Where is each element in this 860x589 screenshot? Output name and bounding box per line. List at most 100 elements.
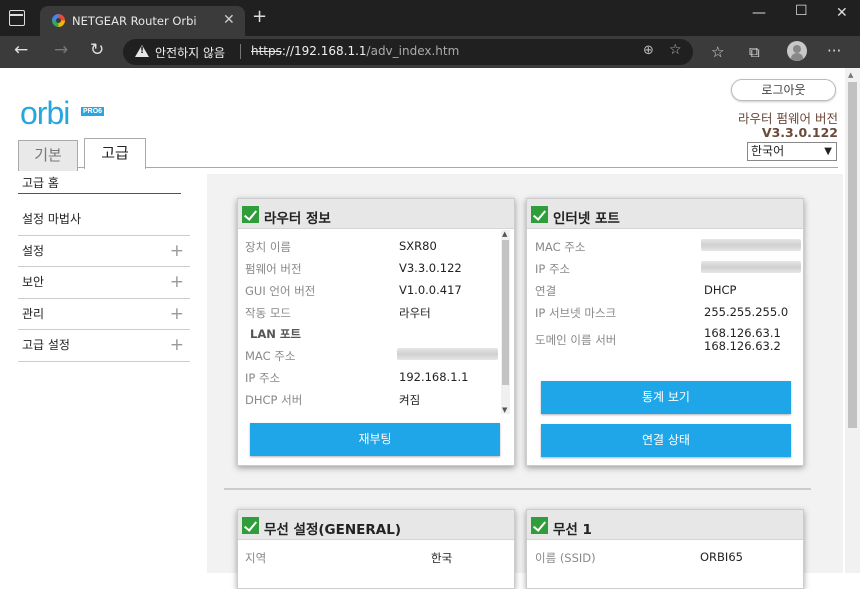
zoom-icon[interactable]: ⊕ bbox=[643, 43, 654, 58]
info-value: 켜짐 bbox=[399, 393, 421, 407]
check-icon bbox=[531, 517, 548, 534]
redacted-mac bbox=[397, 348, 498, 360]
info-value: 192.168.1.1 bbox=[399, 370, 469, 384]
info-value: DHCP bbox=[704, 283, 737, 297]
page-scrollbar[interactable]: ▲ bbox=[845, 68, 860, 573]
expand-icon[interactable]: + bbox=[170, 267, 184, 297]
sidebar-item-advanced-home[interactable]: 고급 홈 bbox=[18, 174, 181, 194]
sidebar-item-setup-wizard[interactable]: 설정 마법사 bbox=[18, 204, 190, 236]
tab-title: NETGEAR Router Orbi bbox=[72, 14, 197, 28]
url-path: /adv_index.htm bbox=[366, 44, 460, 58]
logout-button[interactable]: 로그아웃 bbox=[731, 79, 836, 101]
favorites-icon[interactable]: ☆ bbox=[711, 43, 724, 61]
info-label: 작동 모드 bbox=[245, 306, 291, 320]
info-label: 연결 bbox=[535, 284, 557, 298]
address-bar-row: ← → ↻ 안전하지 않음 https://192.168.1.1/adv_in… bbox=[0, 36, 860, 68]
scroll-thumb[interactable] bbox=[502, 240, 509, 385]
panel-title: 무선 1 bbox=[553, 522, 592, 538]
info-value: SXR80 bbox=[399, 239, 437, 253]
warning-icon[interactable] bbox=[135, 45, 149, 57]
sidebar-item-label: 설정 bbox=[22, 243, 45, 258]
expand-icon[interactable]: + bbox=[170, 299, 184, 329]
more-menu-icon[interactable]: ··· bbox=[827, 42, 841, 60]
close-tab-icon[interactable]: ✕ bbox=[223, 12, 235, 28]
check-icon bbox=[242, 206, 259, 223]
sidebar-item-label: 고급 설정 bbox=[22, 338, 70, 352]
tab-actions-icon[interactable] bbox=[9, 10, 25, 26]
browser-tab[interactable]: NETGEAR Router Orbi ✕ bbox=[40, 6, 245, 36]
info-label: 펌웨어 버전 bbox=[245, 262, 302, 276]
minimize-icon[interactable]: — bbox=[752, 5, 766, 21]
collections-icon[interactable]: ⧉ bbox=[749, 43, 760, 61]
scroll-down-icon[interactable]: ▼ bbox=[502, 406, 507, 414]
sidebar-item-advanced-setup[interactable]: 고급 설정 + bbox=[18, 330, 190, 362]
sidebar: 고급 홈 설정 마법사 설정 + 보안 + 관리 + 고급 설정 + bbox=[18, 174, 190, 362]
url-text[interactable]: https://192.168.1.1/adv_index.htm bbox=[251, 44, 459, 58]
section-divider bbox=[224, 488, 811, 490]
scroll-up-icon[interactable]: ▲ bbox=[848, 71, 853, 79]
panel-header: 무선 1 bbox=[527, 510, 803, 540]
url-scheme: https bbox=[251, 44, 282, 58]
sidebar-item-label: 관리 bbox=[22, 306, 45, 321]
orbi-logo: orbi PRO6 bbox=[20, 95, 105, 132]
tab-advanced[interactable]: 고급 bbox=[84, 138, 146, 169]
scroll-up-icon[interactable]: ▲ bbox=[502, 230, 507, 238]
sidebar-item-label: 보안 bbox=[22, 275, 45, 289]
panel-title: 무선 설정(GENERAL) bbox=[264, 522, 401, 538]
info-label: 이름 (SSID) bbox=[535, 551, 596, 565]
info-label: IP 주소 bbox=[245, 371, 281, 385]
redacted-ip bbox=[701, 261, 801, 273]
sidebar-item-management[interactable]: 관리 + bbox=[18, 299, 190, 330]
reboot-button[interactable]: 재부팅 bbox=[250, 423, 500, 456]
add-favorite-icon[interactable]: ☆ bbox=[669, 42, 682, 58]
refresh-icon[interactable]: ↻ bbox=[90, 40, 104, 60]
router-admin-page: orbi PRO6 로그아웃 라우터 펌웨어 버전 V3.3.0.122 한국어 ▼… bbox=[0, 68, 860, 589]
panel-header: 무선 설정(GENERAL) bbox=[238, 510, 514, 540]
security-label[interactable]: 안전하지 않음 bbox=[155, 44, 225, 61]
profile-avatar[interactable] bbox=[787, 41, 807, 61]
info-label: MAC 주소 bbox=[245, 349, 296, 363]
back-icon[interactable]: ← bbox=[14, 40, 28, 60]
info-value: ORBI65 bbox=[700, 550, 743, 564]
panel-scrollbar[interactable]: ▲ ▼ bbox=[501, 230, 510, 414]
info-label: IP 서브넷 마스크 bbox=[535, 306, 617, 320]
expand-icon[interactable]: + bbox=[170, 330, 184, 360]
info-value: 255.255.255.0 bbox=[704, 305, 789, 319]
url-field[interactable]: 안전하지 않음 https://192.168.1.1/adv_index.ht… bbox=[123, 39, 693, 65]
logo-badge: PRO6 bbox=[81, 107, 105, 116]
logo-text: orbi bbox=[20, 95, 70, 131]
forward-icon[interactable]: → bbox=[54, 40, 68, 60]
connection-status-button[interactable]: 연결 상태 bbox=[541, 424, 791, 457]
sidebar-item-security[interactable]: 보안 + bbox=[18, 267, 190, 299]
info-label: 도메인 이름 서버 bbox=[535, 333, 617, 347]
info-label: IP 주소 bbox=[535, 262, 571, 276]
info-label: 장치 이름 bbox=[245, 240, 291, 254]
window-close-icon[interactable]: ✕ bbox=[836, 5, 848, 21]
new-tab-icon[interactable]: + bbox=[252, 8, 267, 26]
wireless-1-panel: 무선 1 이름 (SSID) ORBI65 bbox=[526, 509, 804, 589]
view-statistics-button[interactable]: 통계 보기 bbox=[541, 381, 791, 414]
panel-title: 라우터 정보 bbox=[264, 211, 331, 227]
browser-tab-bar: NETGEAR Router Orbi ✕ + — ☐ ✕ bbox=[0, 0, 860, 36]
sidebar-item-setup[interactable]: 설정 + bbox=[18, 236, 190, 267]
info-value: V1.0.0.417 bbox=[399, 283, 462, 297]
sidebar-item-label: 설정 마법사 bbox=[22, 212, 82, 226]
panel-header: 라우터 정보 bbox=[238, 199, 514, 229]
info-value: 168.126.63.1 bbox=[704, 326, 781, 340]
internet-port-panel: 인터넷 포트 MAC 주소 IP 주소 연결 DHCP IP 서브넷 마스크 2… bbox=[526, 198, 804, 466]
dashboard-area: 라우터 정보 장치 이름 SXR80 펌웨어 버전 V3.3.0.122 GUI… bbox=[207, 174, 843, 589]
info-label: DHCP 서버 bbox=[245, 393, 303, 407]
info-value: 라우터 bbox=[399, 306, 431, 320]
panel-header: 인터넷 포트 bbox=[527, 199, 803, 229]
scroll-thumb[interactable] bbox=[848, 82, 857, 428]
tab-basic[interactable]: 기본 bbox=[18, 140, 78, 171]
expand-icon[interactable]: + bbox=[170, 236, 184, 266]
panel-title: 인터넷 포트 bbox=[553, 211, 620, 227]
sidebar-item-label: 고급 홈 bbox=[22, 176, 59, 190]
info-value: 한국 bbox=[431, 551, 453, 565]
info-label: GUI 언어 버전 bbox=[245, 284, 316, 298]
router-info-panel: 라우터 정보 장치 이름 SXR80 펌웨어 버전 V3.3.0.122 GUI… bbox=[237, 198, 515, 466]
maximize-icon[interactable]: ☐ bbox=[795, 3, 808, 19]
check-icon bbox=[242, 517, 259, 534]
info-label: MAC 주소 bbox=[535, 240, 586, 254]
